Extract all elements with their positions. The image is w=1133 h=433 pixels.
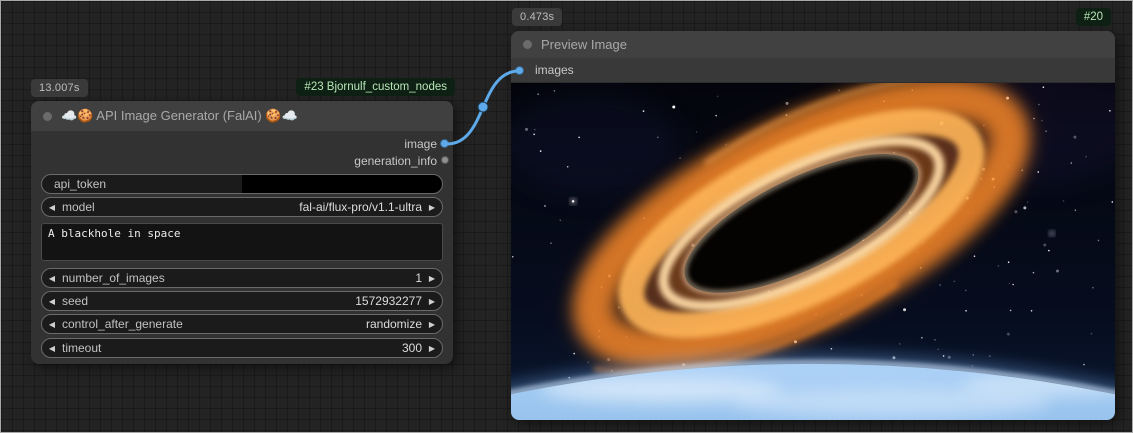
widget-timeout[interactable]: ◀ timeout 300 ▶ xyxy=(41,338,443,358)
output-label-image: image xyxy=(404,138,437,151)
node-graph-canvas[interactable]: 13.007s #23 Bjornulf_custom_nodes ☁️🍪 AP… xyxy=(0,0,1133,433)
model-label: model xyxy=(62,200,95,214)
preview-timer-badge: 0.473s xyxy=(512,8,562,26)
seed-value: 1572932277 xyxy=(355,294,422,308)
number-of-images-decrement-icon[interactable]: ◀ xyxy=(42,274,62,283)
widget-api-token[interactable]: api_token xyxy=(41,174,443,194)
timeout-increment-icon[interactable]: ▶ xyxy=(422,344,442,353)
input-label-images: images xyxy=(535,63,574,77)
control-after-generate-label: control_after_generate xyxy=(62,317,183,331)
api-token-label: api_token xyxy=(54,177,106,191)
control-after-generate-prev-icon[interactable]: ◀ xyxy=(42,320,62,329)
widget-model[interactable]: ◀ model fal-ai/flux-pro/v1.1-ultra ▶ xyxy=(41,197,443,217)
number-of-images-label: number_of_images xyxy=(62,271,165,285)
preview-node-title: Preview Image xyxy=(541,37,627,52)
input-row-images: images xyxy=(511,58,1115,83)
collapse-dot-icon[interactable] xyxy=(523,40,532,49)
generator-id-badge: #23 Bjornulf_custom_nodes xyxy=(296,78,455,96)
model-next-arrow-icon[interactable]: ▶ xyxy=(422,203,442,212)
link-image-to-images[interactable] xyxy=(447,71,519,144)
link-midpoint-dot xyxy=(478,102,488,112)
number-of-images-increment-icon[interactable]: ▶ xyxy=(422,274,442,283)
generator-timer-badge: 13.007s xyxy=(31,79,88,97)
generator-node-header[interactable]: ☁️🍪 API Image Generator (FalAI) 🍪☁️ xyxy=(31,101,453,131)
output-slot-generation-info[interactable] xyxy=(441,156,449,164)
widget-control-after-generate[interactable]: ◀ control_after_generate randomize ▶ xyxy=(41,314,443,334)
input-slot-images[interactable] xyxy=(515,66,524,75)
seed-decrement-icon[interactable]: ◀ xyxy=(42,297,62,306)
node-api-image-generator[interactable]: ☁️🍪 API Image Generator (FalAI) 🍪☁️ imag… xyxy=(31,101,453,364)
blackhole-artwork xyxy=(511,83,1115,420)
seed-increment-icon[interactable]: ▶ xyxy=(422,297,442,306)
timeout-value: 300 xyxy=(402,341,422,355)
number-of-images-value: 1 xyxy=(415,271,422,285)
model-value: fal-ai/flux-pro/v1.1-ultra xyxy=(299,200,422,214)
prompt-textarea[interactable]: A blackhole in space xyxy=(41,223,443,261)
seed-label: seed xyxy=(62,294,88,308)
model-prev-arrow-icon[interactable]: ◀ xyxy=(42,203,62,212)
collapse-dot-icon[interactable] xyxy=(43,112,52,121)
preview-image-blackhole xyxy=(511,83,1115,420)
timeout-decrement-icon[interactable]: ◀ xyxy=(42,344,62,353)
widget-seed[interactable]: ◀ seed 1572932277 ▶ xyxy=(41,291,443,311)
control-after-generate-next-icon[interactable]: ▶ xyxy=(422,320,442,329)
preview-node-header[interactable]: Preview Image xyxy=(511,31,1115,58)
control-after-generate-value: randomize xyxy=(366,317,422,331)
output-slot-image[interactable] xyxy=(440,139,449,148)
widget-number-of-images[interactable]: ◀ number_of_images 1 ▶ xyxy=(41,268,443,288)
api-token-masked-value xyxy=(242,175,442,193)
output-label-generation-info: generation_info xyxy=(354,155,437,168)
preview-id-badge: #20 xyxy=(1076,8,1111,26)
timeout-label: timeout xyxy=(62,341,101,355)
node-preview-image[interactable]: Preview Image images xyxy=(511,31,1115,420)
generator-node-title: ☁️🍪 API Image Generator (FalAI) 🍪☁️ xyxy=(61,108,298,124)
